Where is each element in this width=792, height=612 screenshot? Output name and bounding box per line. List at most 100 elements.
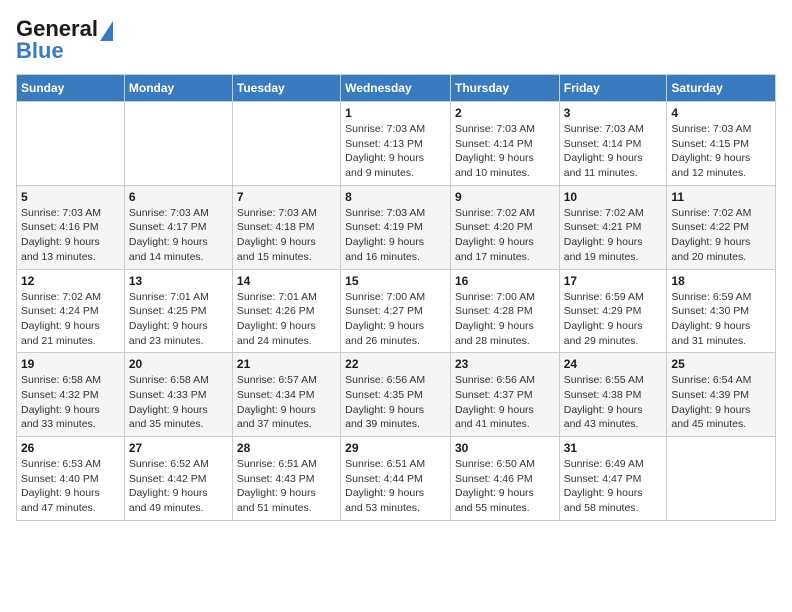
weekday-header: Friday [559, 75, 667, 102]
logo-blue: Blue [16, 38, 64, 64]
calendar-cell: 23 Sunrise: 6:56 AM Sunset: 4:37 PM Dayli… [450, 353, 559, 437]
day-info: Sunrise: 6:51 AM Sunset: 4:44 PM Dayligh… [345, 457, 446, 516]
day-info: Sunrise: 6:53 AM Sunset: 4:40 PM Dayligh… [21, 457, 120, 516]
day-info: Sunrise: 7:01 AM Sunset: 4:26 PM Dayligh… [237, 290, 336, 349]
day-number: 26 [21, 441, 120, 455]
calendar-cell: 6 Sunrise: 7:03 AM Sunset: 4:17 PM Daylig… [124, 185, 232, 269]
calendar-cell [124, 102, 232, 186]
calendar-cell: 27Sunrise: 6:52 AM Sunset: 4:42 PM Dayli… [124, 437, 232, 521]
day-number: 3 [564, 106, 663, 120]
calendar-cell: 26 Sunrise: 6:53 AM Sunset: 4:40 PM Dayli… [17, 437, 125, 521]
day-number: 16 [455, 274, 555, 288]
calendar-cell: 8 Sunrise: 7:03 AM Sunset: 4:19 PM Daylig… [341, 185, 451, 269]
calendar-cell: 21 Sunrise: 6:57 AM Sunset: 4:34 PM Dayli… [232, 353, 340, 437]
calendar-week-row: 5 Sunrise: 7:03 AM Sunset: 4:16 PM Daylig… [17, 185, 776, 269]
day-number: 7 [237, 190, 336, 204]
day-number: 17 [564, 274, 663, 288]
day-info: Sunrise: 7:01 AM Sunset: 4:25 PM Dayligh… [129, 290, 228, 349]
day-number: 13 [129, 274, 228, 288]
day-number: 31 [564, 441, 663, 455]
day-number: 21 [237, 357, 336, 371]
calendar-cell: 22 Sunrise: 6:56 AM Sunset: 4:35 PM Dayli… [341, 353, 451, 437]
calendar-cell: 31 Sunrise: 6:49 AM Sunset: 4:47 PM Dayli… [559, 437, 667, 521]
logo: General Blue [16, 16, 113, 64]
day-info: Sunrise: 6:58 AM Sunset: 4:33 PM Dayligh… [129, 373, 228, 432]
day-info: Sunrise: 7:02 AM Sunset: 4:21 PM Dayligh… [564, 206, 663, 265]
day-info: Sunrise: 7:00 AM Sunset: 4:28 PM Dayligh… [455, 290, 555, 349]
day-info: Sunrise: 6:57 AM Sunset: 4:34 PM Dayligh… [237, 373, 336, 432]
day-number: 8 [345, 190, 446, 204]
day-info: Sunrise: 6:50 AM Sunset: 4:46 PM Dayligh… [455, 457, 555, 516]
day-number: 24 [564, 357, 663, 371]
day-number: 4 [671, 106, 771, 120]
calendar-cell: 28Sunrise: 6:51 AM Sunset: 4:43 PM Dayli… [232, 437, 340, 521]
day-number: 2 [455, 106, 555, 120]
day-number: 11 [671, 190, 771, 204]
calendar-cell: 14 Sunrise: 7:01 AM Sunset: 4:26 PM Dayli… [232, 269, 340, 353]
day-number: 15 [345, 274, 446, 288]
day-number: 6 [129, 190, 228, 204]
day-number: 22 [345, 357, 446, 371]
day-info: Sunrise: 6:56 AM Sunset: 4:35 PM Dayligh… [345, 373, 446, 432]
calendar-cell: 18Sunrise: 6:59 AM Sunset: 4:30 PM Dayli… [667, 269, 776, 353]
calendar-cell: 11 Sunrise: 7:02 AM Sunset: 4:22 PM Dayli… [667, 185, 776, 269]
day-number: 25 [671, 357, 771, 371]
calendar-week-row: 26 Sunrise: 6:53 AM Sunset: 4:40 PM Dayli… [17, 437, 776, 521]
day-info: Sunrise: 7:03 AM Sunset: 4:17 PM Dayligh… [129, 206, 228, 265]
day-number: 5 [21, 190, 120, 204]
calendar-cell: 24 Sunrise: 6:55 AM Sunset: 4:38 PM Dayli… [559, 353, 667, 437]
weekday-header: Monday [124, 75, 232, 102]
page-header: General Blue [16, 16, 776, 64]
calendar-cell: 25 Sunrise: 6:54 AM Sunset: 4:39 PM Dayli… [667, 353, 776, 437]
calendar-header-row: SundayMondayTuesdayWednesdayThursdayFrid… [17, 75, 776, 102]
day-number: 23 [455, 357, 555, 371]
day-number: 19 [21, 357, 120, 371]
calendar-cell [17, 102, 125, 186]
day-info: Sunrise: 7:03 AM Sunset: 4:15 PM Dayligh… [671, 122, 771, 181]
calendar-cell: 29Sunrise: 6:51 AM Sunset: 4:44 PM Dayli… [341, 437, 451, 521]
calendar-cell: 1Sunrise: 7:03 AM Sunset: 4:13 PM Daylig… [341, 102, 451, 186]
calendar-cell: 16 Sunrise: 7:00 AM Sunset: 4:28 PM Dayli… [450, 269, 559, 353]
day-info: Sunrise: 7:02 AM Sunset: 4:22 PM Dayligh… [671, 206, 771, 265]
calendar-cell: 13 Sunrise: 7:01 AM Sunset: 4:25 PM Dayli… [124, 269, 232, 353]
weekday-header: Saturday [667, 75, 776, 102]
day-number: 14 [237, 274, 336, 288]
day-info: Sunrise: 7:03 AM Sunset: 4:18 PM Dayligh… [237, 206, 336, 265]
logo-triangle-icon [100, 21, 113, 41]
day-info: Sunrise: 7:02 AM Sunset: 4:20 PM Dayligh… [455, 206, 555, 265]
day-info: Sunrise: 6:56 AM Sunset: 4:37 PM Dayligh… [455, 373, 555, 432]
day-info: Sunrise: 6:54 AM Sunset: 4:39 PM Dayligh… [671, 373, 771, 432]
calendar-week-row: 12 Sunrise: 7:02 AM Sunset: 4:24 PM Dayli… [17, 269, 776, 353]
day-info: Sunrise: 7:00 AM Sunset: 4:27 PM Dayligh… [345, 290, 446, 349]
calendar-cell: 15 Sunrise: 7:00 AM Sunset: 4:27 PM Dayli… [341, 269, 451, 353]
day-number: 27 [129, 441, 228, 455]
day-number: 9 [455, 190, 555, 204]
day-number: 12 [21, 274, 120, 288]
day-info: Sunrise: 7:02 AM Sunset: 4:24 PM Dayligh… [21, 290, 120, 349]
weekday-header: Wednesday [341, 75, 451, 102]
calendar-cell: 10Sunrise: 7:02 AM Sunset: 4:21 PM Dayli… [559, 185, 667, 269]
calendar-cell: 12 Sunrise: 7:02 AM Sunset: 4:24 PM Dayli… [17, 269, 125, 353]
weekday-header: Sunday [17, 75, 125, 102]
day-info: Sunrise: 7:03 AM Sunset: 4:16 PM Dayligh… [21, 206, 120, 265]
calendar-cell: 5 Sunrise: 7:03 AM Sunset: 4:16 PM Daylig… [17, 185, 125, 269]
calendar-week-row: 19Sunrise: 6:58 AM Sunset: 4:32 PM Dayli… [17, 353, 776, 437]
weekday-header: Thursday [450, 75, 559, 102]
calendar-table: SundayMondayTuesdayWednesdayThursdayFrid… [16, 74, 776, 521]
calendar-cell: 4 Sunrise: 7:03 AM Sunset: 4:15 PM Daylig… [667, 102, 776, 186]
day-info: Sunrise: 6:55 AM Sunset: 4:38 PM Dayligh… [564, 373, 663, 432]
day-info: Sunrise: 6:59 AM Sunset: 4:30 PM Dayligh… [671, 290, 771, 349]
day-number: 30 [455, 441, 555, 455]
day-info: Sunrise: 6:49 AM Sunset: 4:47 PM Dayligh… [564, 457, 663, 516]
calendar-cell: 2 Sunrise: 7:03 AM Sunset: 4:14 PM Daylig… [450, 102, 559, 186]
day-info: Sunrise: 6:51 AM Sunset: 4:43 PM Dayligh… [237, 457, 336, 516]
calendar-cell [667, 437, 776, 521]
calendar-cell: 3 Sunrise: 7:03 AM Sunset: 4:14 PM Daylig… [559, 102, 667, 186]
calendar-cell: 20Sunrise: 6:58 AM Sunset: 4:33 PM Dayli… [124, 353, 232, 437]
day-info: Sunrise: 7:03 AM Sunset: 4:19 PM Dayligh… [345, 206, 446, 265]
calendar-cell: 19Sunrise: 6:58 AM Sunset: 4:32 PM Dayli… [17, 353, 125, 437]
day-info: Sunrise: 7:03 AM Sunset: 4:14 PM Dayligh… [564, 122, 663, 181]
day-info: Sunrise: 7:03 AM Sunset: 4:14 PM Dayligh… [455, 122, 555, 181]
calendar-cell: 9 Sunrise: 7:02 AM Sunset: 4:20 PM Daylig… [450, 185, 559, 269]
calendar-cell: 17Sunrise: 6:59 AM Sunset: 4:29 PM Dayli… [559, 269, 667, 353]
